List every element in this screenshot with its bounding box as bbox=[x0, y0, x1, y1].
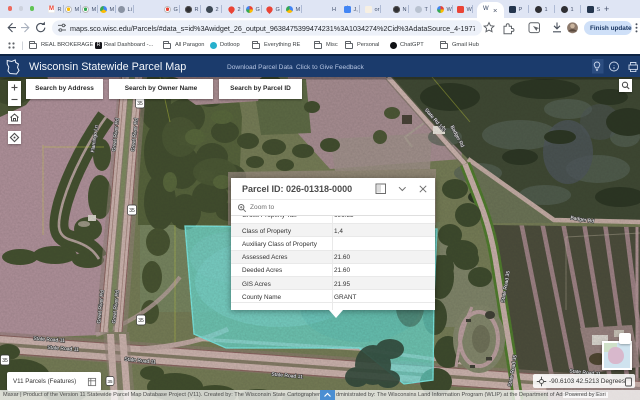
svg-text:35: 35 bbox=[2, 358, 8, 364]
svg-text:35: 35 bbox=[138, 318, 144, 324]
svg-text:35: 35 bbox=[107, 379, 113, 384]
svg-text:35: 35 bbox=[129, 208, 135, 214]
svg-text:35: 35 bbox=[137, 101, 143, 107]
